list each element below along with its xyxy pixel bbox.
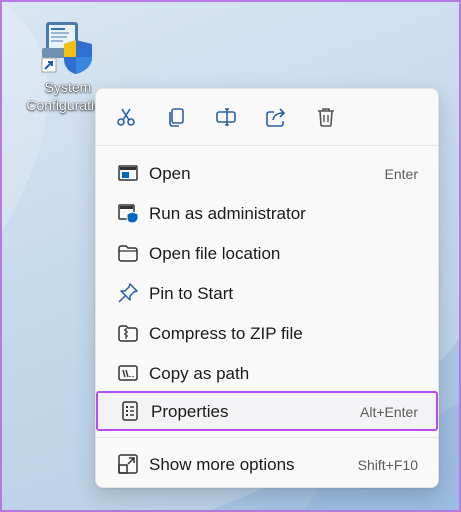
menu-item-label: Copy as path — [149, 364, 250, 383]
menu-separator — [96, 145, 438, 146]
system-configuration-icon — [40, 20, 96, 78]
menu-item-label: Run as administrator — [149, 204, 306, 223]
menu-item-open-file-location[interactable]: Open file location — [100, 233, 434, 273]
menu-item-show-more-options[interactable]: Show more options Shift+F10 — [100, 444, 434, 484]
menu-item-copy-as-path[interactable]: Copy as path — [100, 353, 434, 393]
menu-item-open[interactable]: Open Enter — [100, 153, 434, 193]
copy-button[interactable] — [162, 103, 190, 131]
pin-icon — [117, 282, 139, 304]
share-button[interactable] — [262, 103, 290, 131]
copy-icon — [169, 108, 184, 127]
cut-button[interactable] — [112, 103, 140, 131]
menu-item-label: Open — [149, 164, 191, 183]
context-menu: Open Enter Run as administrator Open fil… — [95, 88, 439, 488]
menu-item-shortcut: Alt+Enter — [360, 404, 418, 420]
open-window-icon — [117, 162, 139, 184]
menu-item-label: Show more options — [149, 455, 295, 474]
menu-item-shortcut: Shift+F10 — [357, 457, 418, 473]
shield-admin-icon — [117, 202, 139, 224]
zip-folder-icon — [117, 322, 139, 344]
properties-icon — [119, 400, 141, 422]
menu-separator — [96, 437, 438, 438]
path-icon — [117, 362, 139, 384]
quick-actions-bar — [96, 89, 438, 145]
menu-item-compress-to-zip[interactable]: Compress to ZIP file — [100, 313, 434, 353]
menu-item-label: Properties — [151, 402, 229, 421]
menu-item-run-as-administrator[interactable]: Run as administrator — [100, 193, 434, 233]
menu-item-shortcut: Enter — [384, 166, 418, 182]
menu-item-label: Open file location — [149, 244, 281, 263]
scissors-icon — [117, 108, 135, 126]
trash-icon — [318, 108, 334, 127]
folder-icon — [117, 242, 139, 264]
menu-item-label: Pin to Start — [149, 284, 234, 303]
menu-item-properties[interactable]: Properties Alt+Enter — [96, 391, 438, 431]
rename-icon — [216, 108, 236, 126]
share-icon — [266, 108, 286, 127]
rename-button[interactable] — [212, 103, 240, 131]
more-options-icon — [117, 453, 139, 475]
delete-button[interactable] — [312, 103, 340, 131]
menu-item-label: Compress to ZIP file — [149, 324, 303, 343]
menu-item-pin-to-start[interactable]: Pin to Start — [100, 273, 434, 313]
